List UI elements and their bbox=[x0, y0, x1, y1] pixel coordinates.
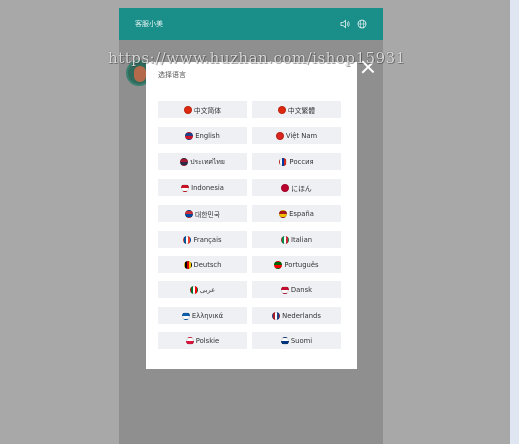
language-option[interactable]: Suomi bbox=[252, 332, 341, 349]
vn-flag-icon bbox=[275, 131, 284, 140]
language-option[interactable]: España bbox=[252, 205, 341, 222]
language-label: España bbox=[289, 209, 314, 218]
language-option[interactable]: Россия bbox=[252, 153, 341, 170]
language-label: Россия bbox=[289, 157, 314, 166]
language-label: عربى bbox=[199, 285, 216, 294]
right-edge-panel bbox=[510, 0, 519, 444]
language-label: 中文繁體 bbox=[287, 106, 316, 115]
language-label: Ελληνικά bbox=[191, 311, 224, 320]
app-header: 客服小美 bbox=[119, 8, 383, 40]
language-option[interactable]: Français bbox=[158, 231, 247, 248]
dk-flag-icon bbox=[280, 285, 289, 294]
language-option[interactable]: Português bbox=[252, 256, 341, 273]
globe-icon[interactable] bbox=[357, 19, 367, 29]
language-option[interactable]: 中文繁體 bbox=[252, 101, 341, 118]
language-label: ประเทศไทย bbox=[190, 158, 225, 166]
language-option[interactable]: Ελληνικά bbox=[158, 307, 247, 324]
it-flag-icon bbox=[280, 235, 289, 244]
es-flag-icon bbox=[279, 209, 288, 218]
kr-flag-icon bbox=[184, 209, 193, 218]
ru-flag-icon bbox=[279, 157, 288, 166]
language-label: Italian bbox=[290, 235, 313, 244]
speaker-icon[interactable] bbox=[340, 19, 350, 29]
app-title: 客服小美 bbox=[135, 20, 163, 28]
pt-flag-icon bbox=[274, 260, 283, 269]
uk-flag-icon bbox=[185, 131, 194, 140]
language-option[interactable]: Việt Nam bbox=[252, 127, 341, 144]
language-label: にほん bbox=[291, 184, 312, 193]
language-option[interactable]: عربى bbox=[158, 281, 247, 298]
language-label: Việt Nam bbox=[285, 131, 318, 140]
ae-flag-icon bbox=[189, 285, 198, 294]
language-option[interactable]: Dansk bbox=[252, 281, 341, 298]
cn-flag-icon bbox=[183, 105, 192, 114]
language-label: Deutsch bbox=[193, 260, 222, 269]
language-label: Suomi bbox=[290, 336, 313, 345]
dialog-title: 选择语言 bbox=[158, 71, 186, 79]
language-option[interactable]: Indonesia bbox=[158, 179, 247, 196]
language-label: Polskie bbox=[195, 336, 220, 345]
de-flag-icon bbox=[183, 260, 192, 269]
nl-flag-icon bbox=[272, 311, 281, 320]
watermark: https://www.huzhan.com/ishop15931 bbox=[108, 49, 406, 67]
language-option[interactable]: にほん bbox=[252, 179, 341, 196]
language-option[interactable]: 中文简体 bbox=[158, 101, 247, 118]
id-flag-icon bbox=[181, 183, 190, 192]
language-label: 中文简体 bbox=[193, 106, 222, 115]
hk-flag-icon bbox=[277, 105, 286, 114]
fi-flag-icon bbox=[280, 336, 289, 345]
jp-flag-icon bbox=[281, 183, 290, 192]
language-label: Dansk bbox=[290, 285, 313, 294]
language-label: Português bbox=[284, 260, 319, 269]
language-label: Indonesia bbox=[191, 183, 224, 192]
language-label: Nederlands bbox=[282, 311, 321, 320]
language-option[interactable]: Italian bbox=[252, 231, 341, 248]
language-option[interactable]: Nederlands bbox=[252, 307, 341, 324]
fr-flag-icon bbox=[183, 235, 192, 244]
language-label: 대한민국 bbox=[194, 210, 220, 219]
language-label: English bbox=[195, 131, 220, 140]
language-label: Français bbox=[193, 235, 222, 244]
pl-flag-icon bbox=[185, 336, 194, 345]
language-option[interactable]: ประเทศไทย bbox=[158, 153, 247, 170]
language-option[interactable]: 대한민국 bbox=[158, 205, 247, 222]
language-option[interactable]: Deutsch bbox=[158, 256, 247, 273]
language-dialog: 选择语言 中文简体 中文繁體 English Việt Nam ประเทศไทย Рос… bbox=[146, 62, 357, 369]
th-flag-icon bbox=[180, 157, 189, 166]
language-option[interactable]: Polskie bbox=[158, 332, 247, 349]
gr-flag-icon bbox=[181, 311, 190, 320]
language-option[interactable]: English bbox=[158, 127, 247, 144]
